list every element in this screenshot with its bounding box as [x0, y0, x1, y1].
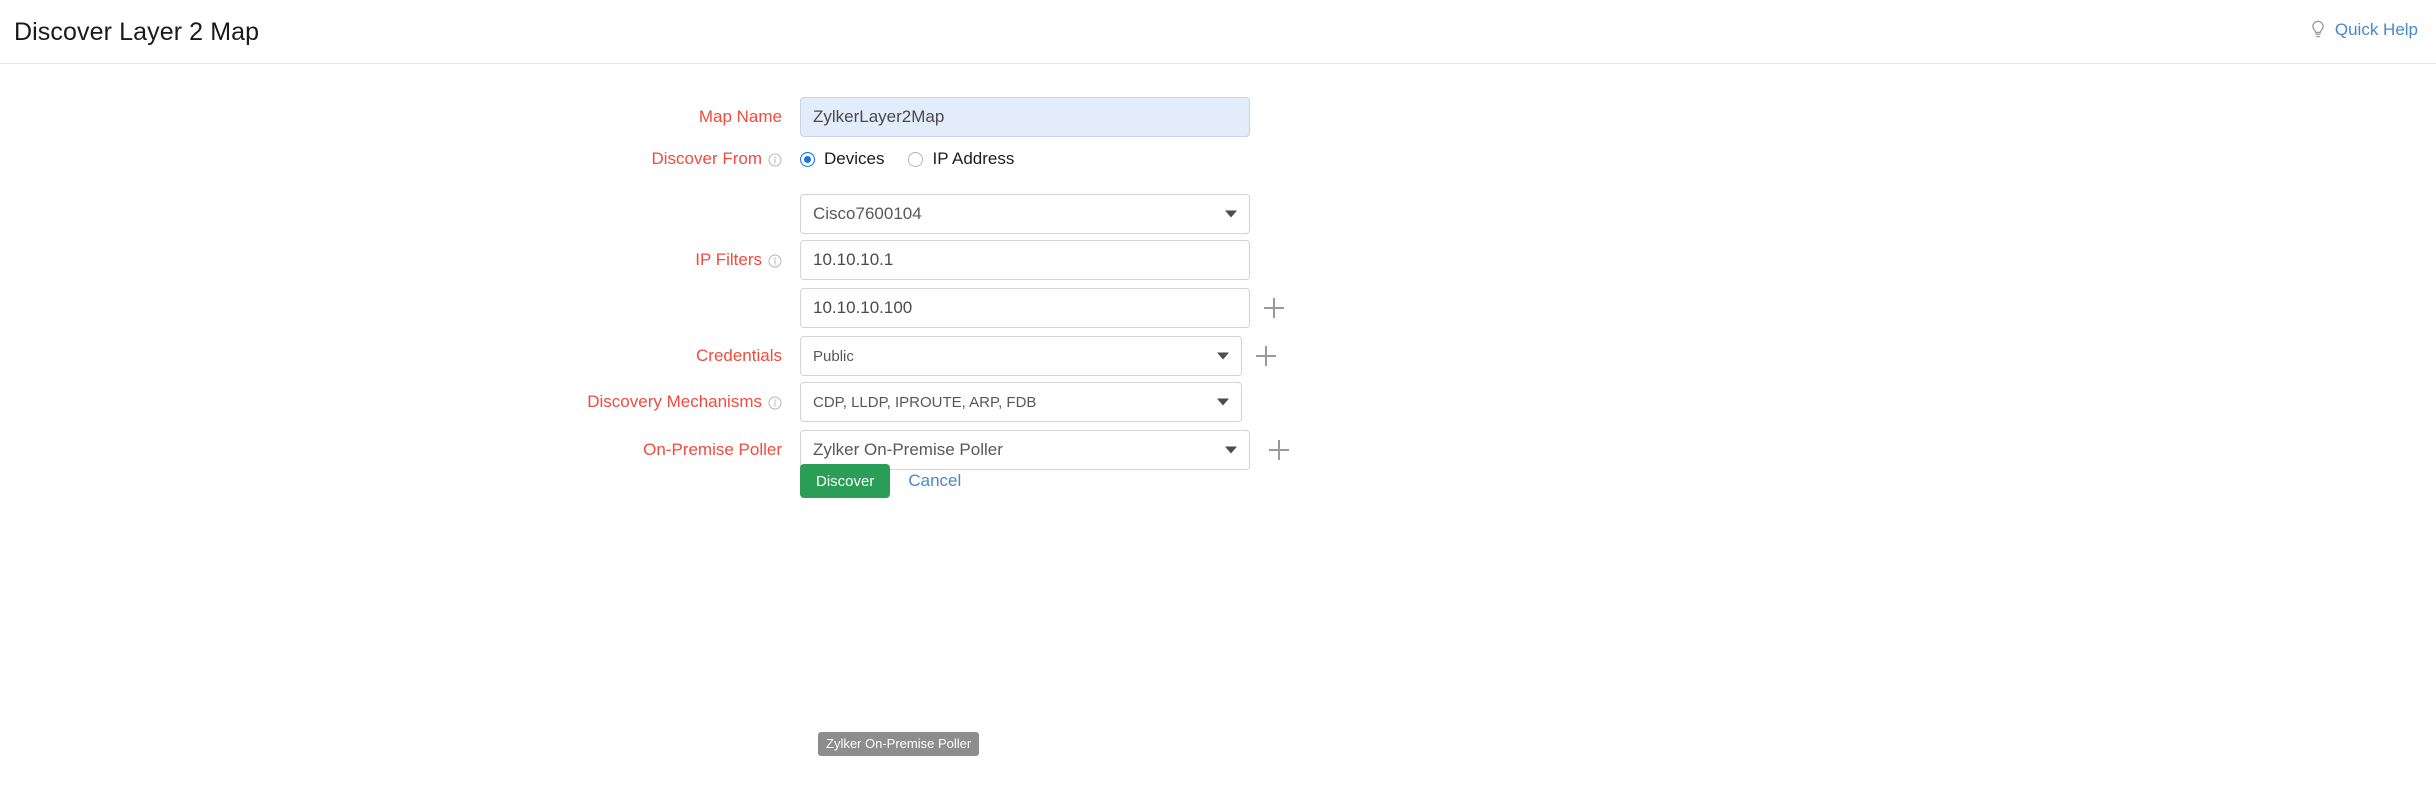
radio-label-devices: Devices: [824, 149, 884, 169]
form-row-actions: Discover Cancel: [0, 464, 1500, 498]
add-on-premise-poller-button[interactable]: [1267, 438, 1291, 462]
form-row-discover-from: Discover From Devices IP Address: [0, 149, 1500, 169]
device-select[interactable]: Cisco7600104: [800, 194, 1250, 234]
chevron-down-icon: [1225, 447, 1237, 454]
info-icon[interactable]: [768, 152, 782, 166]
page-header: Discover Layer 2 Map Quick Help: [0, 0, 2436, 64]
discovery-mechanisms-label-text: Discovery Mechanisms: [587, 392, 762, 412]
discover-button[interactable]: Discover: [800, 464, 890, 498]
form-row-discovery-mechanisms: Discovery Mechanisms CDP, LLDP, IPROUTE,…: [0, 382, 1500, 422]
discover-from-radio-group: Devices IP Address: [800, 149, 1014, 169]
credentials-label-text: Credentials: [696, 346, 782, 366]
credentials-select-value: Public: [813, 348, 854, 365]
form-row-device-select: Cisco7600104: [0, 194, 1500, 234]
lightbulb-icon: [2310, 20, 2326, 40]
device-select-field: Cisco7600104: [800, 194, 1250, 234]
form-row-credentials: Credentials Public: [0, 336, 1500, 376]
form-row-ip-filter-2: [0, 288, 1500, 328]
radio-option-ip-address[interactable]: IP Address: [908, 149, 1014, 169]
radio-dot-devices[interactable]: [800, 152, 815, 167]
on-premise-poller-label-text: On-Premise Poller: [643, 440, 782, 460]
discovery-mechanisms-select[interactable]: CDP, LLDP, IPROUTE, ARP, FDB: [800, 382, 1242, 422]
info-icon[interactable]: [768, 253, 782, 267]
cancel-button[interactable]: Cancel: [908, 471, 961, 491]
credentials-select[interactable]: Public: [800, 336, 1242, 376]
ip-filters-label: IP Filters: [0, 250, 800, 270]
discovery-mechanisms-field: CDP, LLDP, IPROUTE, ARP, FDB: [800, 382, 1242, 422]
info-icon[interactable]: [768, 395, 782, 409]
discovery-mechanisms-select-value: CDP, LLDP, IPROUTE, ARP, FDB: [813, 394, 1036, 411]
discovery-mechanisms-label: Discovery Mechanisms: [0, 392, 800, 412]
form-row-map-name: Map Name: [0, 97, 1500, 137]
ip-filter-input-1[interactable]: [800, 240, 1250, 280]
quick-help-button[interactable]: Quick Help: [2310, 20, 2418, 40]
actions-field: Discover Cancel: [800, 464, 961, 498]
map-name-field: [800, 97, 1250, 137]
radio-label-ip-address: IP Address: [932, 149, 1014, 169]
page-title: Discover Layer 2 Map: [14, 18, 259, 47]
on-premise-poller-label: On-Premise Poller: [0, 440, 800, 460]
on-premise-poller-select-value: Zylker On-Premise Poller: [813, 440, 1003, 460]
map-name-label-text: Map Name: [699, 107, 782, 127]
map-name-label: Map Name: [0, 107, 800, 127]
ip-filter-1-field: [800, 240, 1250, 280]
discover-layer2-form: Map Name Discover From Devices: [0, 64, 2436, 806]
chevron-down-icon: [1217, 399, 1229, 406]
map-name-input[interactable]: [800, 97, 1250, 137]
ip-filters-label-text: IP Filters: [695, 250, 762, 270]
credentials-label: Credentials: [0, 346, 800, 366]
add-credential-button[interactable]: [1254, 344, 1278, 368]
discover-from-label: Discover From: [0, 149, 800, 169]
on-premise-poller-tooltip: Zylker On-Premise Poller: [818, 732, 979, 756]
radio-option-devices[interactable]: Devices: [800, 149, 884, 169]
ip-filter-input-2[interactable]: [800, 288, 1250, 328]
discover-from-label-text: Discover From: [651, 149, 762, 169]
form-row-ip-filter-1: IP Filters: [0, 240, 1500, 280]
credentials-field: Public: [800, 336, 1242, 376]
device-select-value: Cisco7600104: [813, 204, 922, 224]
ip-filter-2-field: [800, 288, 1250, 328]
radio-dot-ip-address[interactable]: [908, 152, 923, 167]
add-ip-filter-button[interactable]: [1262, 296, 1286, 320]
quick-help-label: Quick Help: [2335, 20, 2418, 40]
chevron-down-icon: [1217, 353, 1229, 360]
chevron-down-icon: [1225, 211, 1237, 218]
